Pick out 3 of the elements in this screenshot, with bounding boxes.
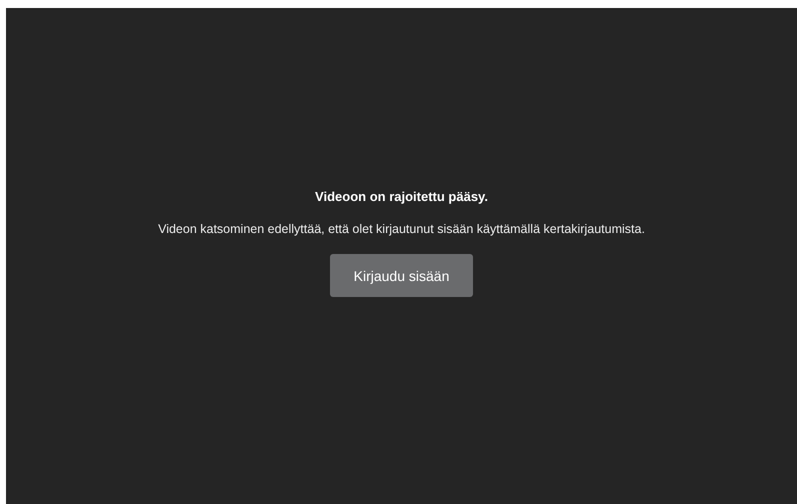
restriction-message: Videon katsominen edellyttää, että olet kirjautunut sisään käyttämällä kertakirjautumista. [158,222,645,236]
sign-in-button[interactable]: Kirjaudu sisään [330,254,473,297]
restriction-title: Videoon on rajoitettu pääsy. [315,189,488,204]
